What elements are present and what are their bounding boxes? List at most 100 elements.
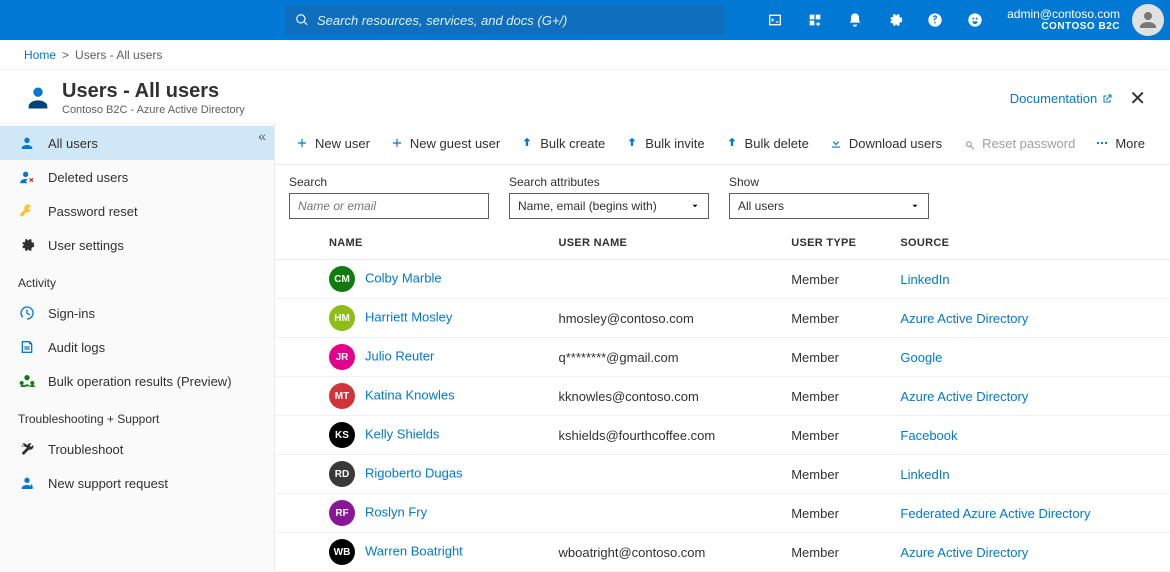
global-search[interactable] xyxy=(285,5,725,35)
chevron-down-icon xyxy=(910,201,920,211)
gear-icon xyxy=(18,236,36,254)
close-blade-button[interactable]: ✕ xyxy=(1129,86,1146,111)
user-name-link[interactable]: Colby Marble xyxy=(365,270,442,285)
users-blade-icon xyxy=(24,84,52,112)
show-label: Show xyxy=(729,175,929,189)
sidebar-item-bulk-operation-results-preview-[interactable]: Bulk operation results (Preview) xyxy=(0,364,274,398)
bulk-invite-button[interactable]: Bulk invite xyxy=(615,128,714,158)
account-avatar[interactable] xyxy=(1132,4,1164,36)
search-attributes-select[interactable]: Name, email (begins with) xyxy=(509,193,709,219)
table-row[interactable]: KSKelly Shieldskshields@fourthcoffee.com… xyxy=(275,416,1170,455)
user-name-link[interactable]: Rigoberto Dugas xyxy=(365,465,463,480)
breadcrumb-home[interactable]: Home xyxy=(24,48,56,62)
user-del-icon xyxy=(18,168,36,186)
user-source-link[interactable]: Azure Active Directory xyxy=(900,311,1028,326)
search-icon xyxy=(295,13,309,27)
more-button[interactable]: More xyxy=(1085,128,1155,158)
sidebar-item-label: Sign-ins xyxy=(48,306,95,321)
sidebar-item-deleted-users[interactable]: Deleted users xyxy=(0,160,274,194)
user-type: Member xyxy=(783,455,892,494)
account-email: admin@contoso.com xyxy=(1007,7,1120,21)
user-source-link[interactable]: Federated Azure Active Directory xyxy=(900,506,1090,521)
user-name-link[interactable]: Harriett Mosley xyxy=(365,309,452,324)
collapse-sidebar-button[interactable]: « xyxy=(258,128,266,144)
user-username: hmosley@contoso.com xyxy=(550,299,783,338)
key-icon xyxy=(18,202,36,220)
show-filter-select[interactable]: All users xyxy=(729,193,929,219)
sidebar-item-label: Deleted users xyxy=(48,170,128,185)
user-source-link[interactable]: LinkedIn xyxy=(900,467,949,482)
sidebar-item-label: New support request xyxy=(48,476,168,491)
user-source-link[interactable]: Facebook xyxy=(900,428,957,443)
page-title: Users - All users xyxy=(62,80,245,103)
table-row[interactable]: RFRoslyn FryMemberFederated Azure Active… xyxy=(275,494,1170,533)
user-source-link[interactable]: Google xyxy=(900,350,942,365)
page-header: Users - All users Contoso B2C - Azure Ac… xyxy=(0,70,1170,122)
account-tenant: CONTOSO B2C xyxy=(1041,21,1120,33)
sidebar-item-label: Password reset xyxy=(48,204,138,219)
sidebar-heading-troubleshoot: Troubleshooting + Support xyxy=(0,398,274,432)
bulk-create-button[interactable]: Bulk create xyxy=(510,128,615,158)
top-bar: admin@contoso.com CONTOSO B2C xyxy=(0,0,1170,40)
filters-row: Search Search attributes Name, email (be… xyxy=(275,165,1170,227)
user-avatar: MT xyxy=(329,383,355,409)
sidebar-item-audit-logs[interactable]: Audit logs xyxy=(0,330,274,364)
topbar-icons xyxy=(755,0,995,40)
page-subtitle: Contoso B2C - Azure Active Directory xyxy=(62,104,245,116)
user-name-link[interactable]: Katina Knowles xyxy=(365,387,455,402)
new-user-button[interactable]: New user xyxy=(285,128,380,158)
sidebar-item-password-reset[interactable]: Password reset xyxy=(0,194,274,228)
table-row[interactable]: RDRigoberto DugasMemberLinkedIn xyxy=(275,455,1170,494)
search-attributes-label: Search attributes xyxy=(509,175,709,189)
feedback-icon[interactable] xyxy=(955,0,995,40)
sidebar-item-label: Audit logs xyxy=(48,340,105,355)
bulk-icon xyxy=(18,372,36,390)
sidebar-item-troubleshoot[interactable]: Troubleshoot xyxy=(0,432,274,466)
user-name-link[interactable]: Kelly Shields xyxy=(365,426,439,441)
user-username: q********@gmail.com xyxy=(550,338,783,377)
directory-filter-icon[interactable] xyxy=(795,0,835,40)
sidebar-item-label: User settings xyxy=(48,238,124,253)
sidebar-item-new-support-request[interactable]: New support request xyxy=(0,466,274,500)
users-table: NAME USER NAME USER TYPE SOURCE CMColby … xyxy=(275,227,1170,572)
main-content: New user New guest user Bulk create Bulk… xyxy=(275,122,1170,572)
global-search-input[interactable] xyxy=(317,13,715,28)
col-name[interactable]: NAME xyxy=(275,227,550,260)
breadcrumb-current: Users - All users xyxy=(75,48,162,62)
search-label: Search xyxy=(289,175,489,189)
sidebar-item-user-settings[interactable]: User settings xyxy=(0,228,274,262)
settings-gear-icon[interactable] xyxy=(875,0,915,40)
user-avatar: JR xyxy=(329,344,355,370)
user-name-link[interactable]: Warren Boatright xyxy=(365,543,463,558)
sidebar-item-all-users[interactable]: All users xyxy=(0,126,274,160)
user-username xyxy=(550,260,783,299)
notifications-icon[interactable] xyxy=(835,0,875,40)
table-row[interactable]: JR Julio Reuter q********@gmail.comMember G… xyxy=(275,338,1170,377)
col-source[interactable]: SOURCE xyxy=(892,227,1170,260)
user-source-link[interactable]: LinkedIn xyxy=(900,272,949,287)
user-name-link[interactable]: Roslyn Fry xyxy=(365,504,427,519)
cloud-shell-icon[interactable] xyxy=(755,0,795,40)
user-source-link[interactable]: Azure Active Directory xyxy=(900,545,1028,560)
download-users-button[interactable]: Download users xyxy=(819,128,952,158)
audit-icon xyxy=(18,338,36,356)
table-row[interactable]: MTKatina Knowleskknowles@contoso.comMemb… xyxy=(275,377,1170,416)
col-usertype[interactable]: USER TYPE xyxy=(783,227,892,260)
table-row[interactable]: HMHarriett Mosleyhmosley@contoso.comMemb… xyxy=(275,299,1170,338)
account-info[interactable]: admin@contoso.com CONTOSO B2C xyxy=(995,7,1126,33)
bulk-delete-button[interactable]: Bulk delete xyxy=(715,128,819,158)
user-username xyxy=(550,455,783,494)
user-source-link[interactable]: Azure Active Directory xyxy=(900,389,1028,404)
col-username[interactable]: USER NAME xyxy=(550,227,783,260)
table-row[interactable]: CMColby MarbleMemberLinkedIn xyxy=(275,260,1170,299)
sidebar-item-label: All users xyxy=(48,136,98,151)
sidebar-item-label: Troubleshoot xyxy=(48,442,123,457)
user-name-link[interactable]: Julio Reuter xyxy=(365,348,434,363)
user-type: Member xyxy=(783,338,892,377)
new-guest-user-button[interactable]: New guest user xyxy=(380,128,510,158)
help-icon[interactable] xyxy=(915,0,955,40)
sidebar-item-sign-ins[interactable]: Sign-ins xyxy=(0,296,274,330)
search-users-input[interactable] xyxy=(289,193,489,219)
documentation-link[interactable]: Documentation xyxy=(1010,91,1113,106)
toolbar: New user New guest user Bulk create Bulk… xyxy=(275,122,1170,165)
